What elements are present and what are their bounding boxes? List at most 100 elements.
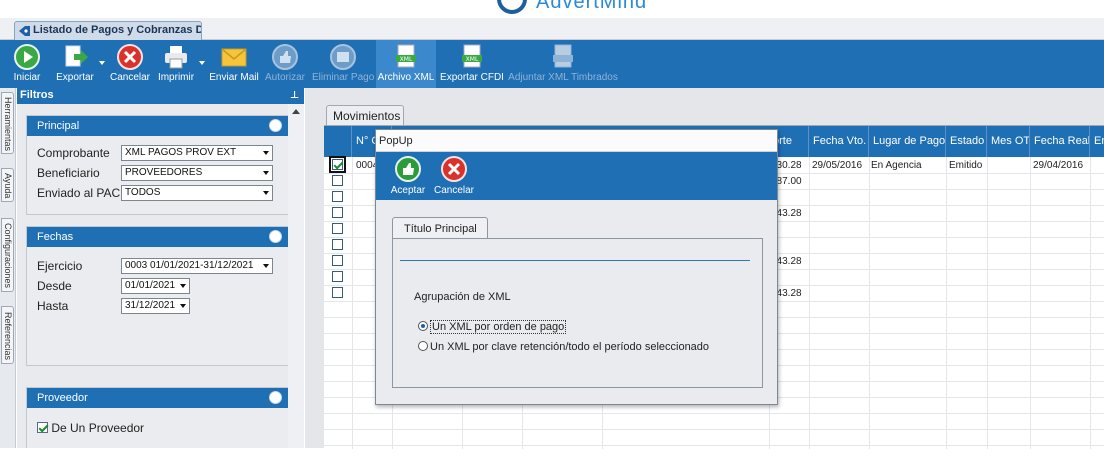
proveedor-group-header: Proveedor — [27, 388, 288, 408]
filters-scrollbar[interactable] — [288, 104, 304, 448]
popup-body: Agrupación de XML Un XML por orden de pa… — [392, 238, 763, 388]
document-tab-strip: Listado de Pagos y Cobranzas Det... — [0, 18, 1104, 40]
brand-header: AdvertMind — [0, 0, 1104, 18]
collapse-icon[interactable] — [269, 230, 282, 243]
option-xml-por-orden[interactable]: Un XML por orden de pago — [418, 320, 567, 334]
row-select-checkbox[interactable] — [332, 287, 343, 298]
ejercicio-value: 0003 01/01/2021-31/12/2021 — [125, 260, 254, 271]
side-tab-referencias[interactable]: Referencias — [1, 306, 14, 364]
iniciar-label: Iniciar — [13, 72, 41, 83]
row-select-checkbox[interactable] — [332, 191, 343, 202]
popup-title: PopUp — [376, 130, 777, 152]
adjuntar-xml-button[interactable]: Adjuntar XML Timbrados — [508, 40, 618, 88]
chevron-down-icon — [263, 264, 269, 268]
grid-column-divider — [352, 157, 353, 449]
comprobante-value: XML PAGOS PROV EXT — [125, 147, 237, 158]
grid-column-divider — [946, 157, 947, 449]
imprimir-button[interactable]: Imprimir — [154, 40, 198, 88]
comprobante-select[interactable]: XML PAGOS PROV EXT — [121, 145, 273, 161]
principal-title: Principal — [37, 120, 80, 132]
delete-payment-icon — [330, 44, 356, 70]
eliminar-pago-button[interactable]: Eliminar Pago — [312, 40, 374, 88]
row-select-checkbox[interactable] — [332, 175, 343, 186]
col-header-estado[interactable]: Estado — [946, 126, 987, 157]
aceptar-button[interactable]: Aceptar — [388, 152, 428, 200]
col-header-fecha-vto[interactable]: Fecha Vto. — [809, 126, 869, 157]
enviado-pac-select[interactable]: TODOS — [121, 185, 273, 201]
brand-logo-icon — [497, 0, 527, 14]
tab-movimientos[interactable]: Movimientos — [326, 105, 404, 125]
grid-row-divider — [324, 445, 1104, 446]
brand-name: AdvertMind — [536, 0, 648, 13]
row-select-checkbox[interactable] — [332, 223, 343, 234]
radio-selected-icon — [418, 321, 428, 331]
collapse-icon[interactable] — [269, 391, 282, 404]
enviado-pac-label: Enviado al PAC — [37, 186, 121, 200]
chevron-down-icon — [263, 151, 269, 155]
document-tab-icon — [19, 26, 30, 36]
imprimir-dropdown-icon[interactable] — [199, 61, 205, 65]
archivo-xml-button[interactable]: XML Archivo XML — [376, 40, 436, 88]
archivo-xml-label: Archivo XML — [377, 72, 435, 83]
option-xml-por-clave[interactable]: Un XML por clave retención/todo el perío… — [418, 341, 709, 353]
exportar-dropdown-icon[interactable] — [99, 61, 105, 65]
col-header-mes-ot[interactable]: Mes OT — [987, 126, 1030, 157]
exportar-cfdi-label: Exportar CFDI — [440, 72, 504, 83]
row-select-checkbox[interactable] — [332, 239, 343, 250]
radio-unselected-icon — [418, 341, 428, 351]
autorizar-button[interactable]: Autorizar — [262, 40, 308, 88]
grid-header-select — [324, 126, 352, 157]
iniciar-button[interactable]: Iniciar — [4, 40, 50, 88]
mail-icon — [221, 48, 247, 67]
chevron-down-icon — [263, 191, 269, 195]
xml-file-icon: XML — [396, 44, 416, 68]
scroll-up-icon[interactable] — [292, 109, 300, 114]
row-select-checkbox[interactable] — [329, 156, 346, 173]
tab-titulo-principal[interactable]: Título Principal — [392, 217, 488, 239]
attach-xml-icon — [553, 44, 573, 68]
filters-header: Filtros ⊥ — [17, 88, 304, 104]
hasta-date-field[interactable]: 31/12/2021 — [121, 298, 190, 314]
pin-icon[interactable]: ⊥ — [290, 90, 299, 101]
beneficiario-value: PROVEEDORES — [125, 167, 203, 178]
xml-badge-text: XML — [400, 56, 413, 63]
enviar-mail-button[interactable]: Enviar Mail — [208, 40, 260, 88]
side-tab-strip: Herramientas Ayuda Configuraciones Refer… — [0, 88, 16, 448]
grid-row-divider — [324, 413, 1104, 414]
proveedor-title: Proveedor — [37, 392, 88, 404]
proveedor-group: Proveedor De Un Proveedor — [26, 387, 289, 448]
main-toolbar: Iniciar Exportar Cancelar Imprimir Envia… — [0, 40, 1104, 88]
export-cfdi-icon: XML — [462, 44, 482, 68]
fechas-group: Fechas Ejercicio 0003 01/01/2021-31/12/2… — [26, 226, 289, 366]
col-header-lugar-de-pago[interactable]: Lugar de Pago — [869, 126, 946, 157]
beneficiario-select[interactable]: PROVEEDORES — [121, 165, 273, 181]
side-tab-configuraciones[interactable]: Configuraciones — [1, 218, 14, 292]
printer-icon — [165, 46, 187, 69]
grid-column-divider — [987, 157, 988, 449]
popup-dialog: PopUp Aceptar Cancelar Título Principal … — [375, 129, 778, 405]
desde-date-field[interactable]: 01/01/2021 — [121, 278, 190, 294]
ejercicio-select[interactable]: 0003 01/01/2021-31/12/2021 — [121, 258, 273, 274]
exportar-button[interactable]: Exportar — [52, 40, 98, 88]
col-header-en[interactable]: En — [1090, 126, 1104, 157]
cancelar-button[interactable]: Cancelar — [108, 40, 152, 88]
grid-column-divider — [869, 157, 870, 449]
row-fecha-vto-cell: 29/05/2016 — [812, 160, 863, 171]
row-select-checkbox[interactable] — [332, 207, 343, 218]
principal-group-header: Principal — [27, 116, 288, 136]
de-un-proveedor-checkbox[interactable]: De Un Proveedor — [37, 421, 144, 435]
row-select-checkbox[interactable] — [332, 255, 343, 266]
row-select-checkbox[interactable] — [332, 271, 343, 282]
collapse-icon[interactable] — [269, 119, 282, 132]
col-header-fecha-real[interactable]: Fecha Real — [1030, 126, 1090, 157]
desde-label: Desde — [37, 279, 72, 293]
section-divider — [400, 260, 750, 261]
eliminar-pago-label: Eliminar Pago — [312, 72, 375, 83]
popup-cancelar-button[interactable]: Cancelar — [432, 152, 476, 200]
grid-column-divider — [1090, 157, 1091, 449]
side-tab-ayuda[interactable]: Ayuda — [1, 168, 14, 202]
exportar-cfdi-button[interactable]: XML Exportar CFDI — [440, 40, 504, 88]
document-tab[interactable]: Listado de Pagos y Cobranzas Det... — [14, 21, 202, 40]
grid-column-divider — [1030, 157, 1031, 449]
side-tab-herramientas[interactable]: Herramientas — [1, 92, 14, 154]
